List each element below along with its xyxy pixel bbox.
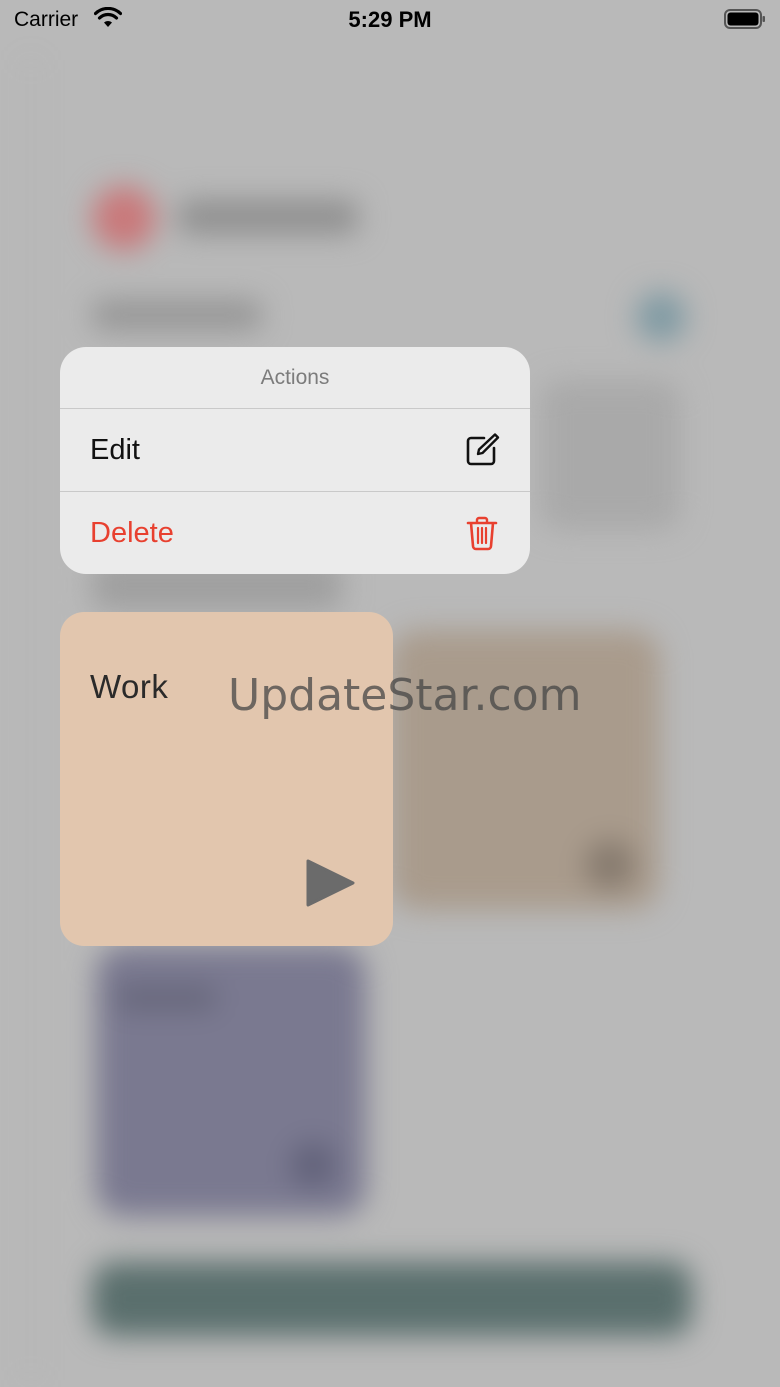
work-card[interactable]: Work bbox=[60, 612, 393, 946]
delete-menu-item[interactable]: Delete bbox=[60, 491, 530, 574]
background-card-title bbox=[116, 986, 216, 1010]
background-card-button bbox=[290, 1142, 336, 1188]
edit-menu-item[interactable]: Edit bbox=[60, 409, 530, 491]
card-title: Work bbox=[90, 668, 169, 705]
background-bottom-bar bbox=[92, 1262, 692, 1336]
watermark-text: UpdateStar.com bbox=[228, 670, 582, 721]
background-card bbox=[540, 380, 680, 530]
delete-label: Delete bbox=[90, 516, 174, 549]
battery-icon bbox=[724, 9, 765, 29]
background-avatar bbox=[92, 186, 156, 250]
context-menu: Actions Edit Delete bbox=[60, 347, 530, 574]
background-section-header bbox=[92, 300, 262, 330]
clock: 5:29 PM bbox=[348, 7, 432, 32]
play-icon[interactable] bbox=[304, 858, 356, 908]
edit-label: Edit bbox=[90, 433, 140, 466]
background-divider bbox=[30, 60, 32, 1380]
context-menu-title: Actions bbox=[60, 347, 530, 409]
square-and-pencil-icon bbox=[466, 433, 500, 466]
background-card-button bbox=[585, 840, 635, 890]
status-bar: Carrier 5:29 PM bbox=[0, 0, 780, 40]
background-add-button bbox=[636, 292, 686, 342]
trash-icon bbox=[466, 516, 498, 551]
background-title bbox=[178, 200, 358, 234]
